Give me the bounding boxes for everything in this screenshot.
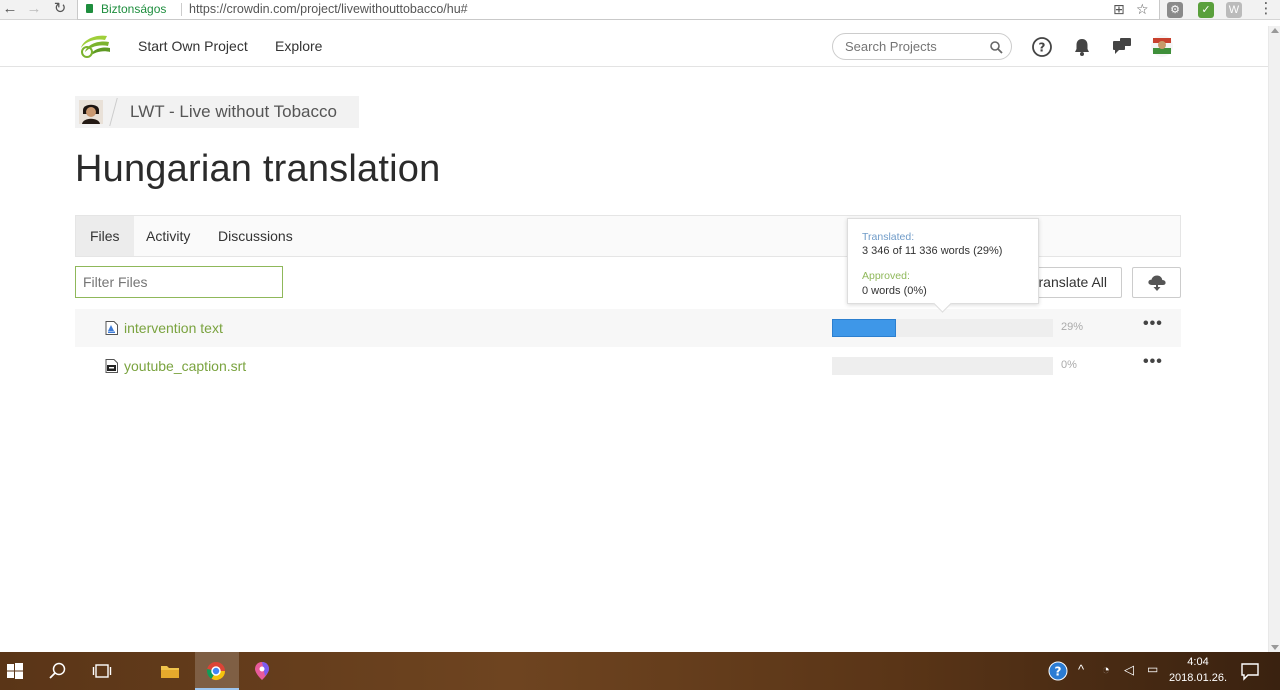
search-box[interactable] xyxy=(832,33,1012,60)
progress-fill xyxy=(832,319,897,337)
scroll-down-icon[interactable] xyxy=(1271,645,1279,650)
windows-taskbar: ? ^ ◔ ◁ ▭ 4:04 2018.01.26. xyxy=(0,652,1280,690)
chrome-menu-icon[interactable]: ⋮ xyxy=(1256,0,1276,20)
breadcrumb-separator xyxy=(109,98,118,126)
file-name-link[interactable]: youtube_caption.srt xyxy=(124,358,246,374)
progress-percent: 0% xyxy=(1061,359,1077,371)
wordpress-icon[interactable]: W xyxy=(1226,2,1242,18)
svg-text:?: ? xyxy=(1055,665,1062,679)
progress-tooltip: Translated: 3 346 of 11 336 words (29%) … xyxy=(847,218,1039,304)
task-view-icon[interactable] xyxy=(92,661,112,681)
file-explorer-icon[interactable] xyxy=(160,661,180,681)
breadcrumb-project-link[interactable]: LWT - Live without Tobacco xyxy=(130,102,337,122)
page-scrollbar[interactable] xyxy=(1268,26,1280,652)
cloud-download-icon xyxy=(1148,275,1166,291)
wifi-icon[interactable]: ◔ xyxy=(1102,662,1110,677)
tooltip-translated-label: Translated: xyxy=(862,231,915,243)
bell-icon[interactable] xyxy=(1071,36,1093,58)
nav-explore[interactable]: Explore xyxy=(275,38,322,54)
tab-discussions[interactable]: Discussions xyxy=(204,216,307,256)
file-row[interactable]: youtube_caption.srt 0% ••• xyxy=(75,347,1181,385)
project-avatar[interactable] xyxy=(79,100,103,124)
user-avatar-icon[interactable] xyxy=(1150,34,1174,58)
address-bar[interactable]: Biztonságos https://crowdin.com/project/… xyxy=(77,0,1160,20)
filter-files-input[interactable] xyxy=(75,266,283,298)
tooltip-approved-value: 0 words (0%) xyxy=(862,285,927,297)
help-icon[interactable]: ? xyxy=(1031,36,1053,58)
windows-start-icon[interactable] xyxy=(5,661,25,681)
document-file-icon xyxy=(105,321,118,335)
search-icon[interactable] xyxy=(989,40,1003,54)
more-options-icon[interactable]: ••• xyxy=(1143,316,1163,337)
nav-start-own-project[interactable]: Start Own Project xyxy=(138,38,248,54)
tab-files[interactable]: Files xyxy=(76,216,134,256)
crowdin-logo[interactable] xyxy=(77,32,113,60)
notifications-icon[interactable] xyxy=(1240,661,1260,681)
url-text[interactable]: https://crowdin.com/project/livewithoutt… xyxy=(189,2,468,16)
tooltip-approved-label: Approved: xyxy=(862,270,910,282)
back-icon[interactable]: ← xyxy=(0,0,20,20)
maps-pin-icon[interactable] xyxy=(252,661,272,681)
search-input[interactable] xyxy=(845,39,985,54)
page-title: Hungarian translation xyxy=(75,148,441,190)
clock-time[interactable]: 4:04 xyxy=(1168,656,1228,668)
help-tray-icon[interactable]: ? xyxy=(1048,661,1068,681)
secure-label: Biztonságos xyxy=(101,2,167,16)
browser-toolbar: ← → ↻ Biztonságos https://crowdin.com/pr… xyxy=(0,0,1280,20)
star-icon[interactable]: ☆ xyxy=(1136,1,1149,18)
more-options-icon[interactable]: ••• xyxy=(1143,354,1163,375)
lock-icon xyxy=(86,4,93,13)
clock-date[interactable]: 2018.01.26. xyxy=(1168,672,1228,684)
show-hidden-icons-icon[interactable]: ^ xyxy=(1078,662,1084,677)
breadcrumb: LWT - Live without Tobacco xyxy=(75,96,359,128)
extension-off-icon[interactable]: ⚙ xyxy=(1167,2,1183,18)
reload-icon[interactable]: ↻ xyxy=(50,0,70,20)
translate-icon[interactable]: ⊞ xyxy=(1113,1,1125,18)
tab-activity[interactable]: Activity xyxy=(132,216,204,256)
volume-icon[interactable]: ◁ xyxy=(1124,662,1134,678)
extension-counter-icon[interactable]: ✓ xyxy=(1198,2,1214,18)
search-icon[interactable] xyxy=(48,661,68,681)
download-button[interactable] xyxy=(1132,267,1181,298)
file-row[interactable]: intervention text 29% ••• xyxy=(75,309,1181,347)
chrome-icon[interactable] xyxy=(206,661,226,681)
svg-text:?: ? xyxy=(1039,41,1046,55)
progress-track[interactable] xyxy=(832,319,1053,337)
progress-percent: 29% xyxy=(1061,321,1084,333)
file-name-link[interactable]: intervention text xyxy=(124,320,223,336)
site-header: Start Own Project Explore ? xyxy=(0,26,1268,67)
battery-icon[interactable]: ▭ xyxy=(1147,662,1158,676)
forward-icon[interactable]: → xyxy=(24,0,44,20)
subtitle-file-icon xyxy=(105,359,118,373)
messages-icon[interactable] xyxy=(1111,36,1133,58)
scroll-up-icon[interactable] xyxy=(1271,28,1279,33)
address-separator xyxy=(181,3,182,16)
progress-track[interactable] xyxy=(832,357,1053,375)
tooltip-translated-value: 3 346 of 11 336 words (29%) xyxy=(862,245,1003,257)
